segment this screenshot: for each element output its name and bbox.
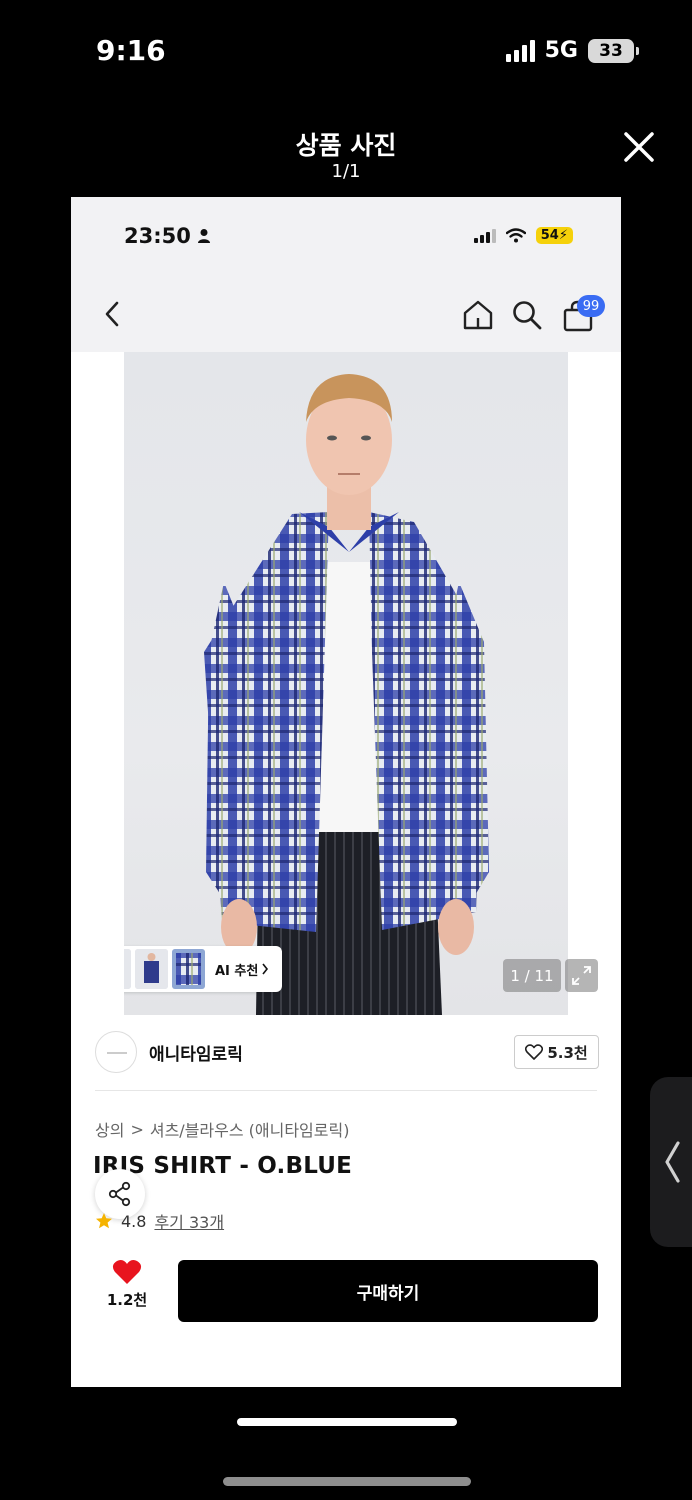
signal-icon: [505, 39, 535, 62]
heart-outline-icon: [525, 1044, 544, 1060]
ai-recommend-link[interactable]: AI 추천: [215, 960, 269, 979]
inner-status-indicators: 54⚡: [473, 227, 573, 244]
brand-like-count: 5.3천: [547, 1043, 588, 1062]
wishlist-button[interactable]: 1.2천: [97, 1259, 157, 1321]
home-icon[interactable]: [461, 298, 495, 332]
brand-row: 애니타임로릭 5.3천: [71, 1027, 621, 1087]
thumbnail-3[interactable]: [172, 949, 205, 989]
back-arrow-icon[interactable]: [99, 299, 125, 329]
related-thumbnails: AI 추천: [124, 946, 282, 992]
os-status-bar: 9:16 5G 33: [0, 0, 692, 100]
home-indicator[interactable]: [223, 1477, 471, 1486]
viewer-page-counter: 1/1: [331, 161, 361, 182]
breadcrumb-separator: >: [130, 1119, 144, 1139]
heart-filled-icon: [112, 1260, 142, 1284]
divider: [95, 1090, 597, 1091]
chevron-right-icon: [262, 963, 269, 975]
brand-logo[interactable]: [95, 1031, 137, 1073]
inner-home-indicator: [237, 1418, 457, 1426]
model-illustration: [204, 374, 489, 1015]
inner-battery-icon: 54⚡: [535, 227, 573, 244]
close-button[interactable]: [620, 128, 658, 166]
inner-clock: 23:50: [124, 224, 211, 248]
side-panel-handle[interactable]: [650, 1077, 692, 1247]
cart-count-badge: 99: [577, 295, 605, 317]
review-link[interactable]: 후기 33개: [154, 1209, 224, 1233]
product-nav-bar: 99: [71, 257, 621, 352]
inner-status-bar: 23:50 54⚡: [71, 197, 621, 257]
buy-button[interactable]: 구매하기: [178, 1260, 598, 1322]
battery-icon: 33: [588, 38, 639, 63]
person-icon: [197, 229, 210, 243]
breadcrumb-subcategory[interactable]: 셔츠/블라우스 (애니타임로릭): [150, 1117, 350, 1141]
ai-recommend-label: AI 추천: [215, 963, 259, 979]
expand-icon: [572, 966, 591, 985]
thumbnail-2[interactable]: [135, 949, 168, 989]
inner-signal-icon: [473, 228, 496, 243]
search-icon[interactable]: [511, 298, 543, 332]
image-counter: 1 / 11: [503, 959, 561, 992]
thumbnail-1[interactable]: [124, 949, 131, 989]
share-icon: [108, 1181, 131, 1207]
breadcrumb-category[interactable]: 상의: [95, 1117, 124, 1141]
bottom-action-bar: 1.2천 구매하기: [71, 1247, 621, 1387]
os-clock: 9:16: [96, 34, 166, 67]
network-type: 5G: [544, 38, 578, 63]
inner-battery-level: 54: [540, 228, 559, 243]
brand-name[interactable]: 애니타임로릭: [149, 1040, 243, 1065]
wishlist-count: 1.2천: [106, 1291, 148, 1309]
product-screenshot: 23:50 54⚡ 99 AI 추천 1 / 11 애니타임로릭 5.3천 상의…: [71, 197, 621, 1387]
breadcrumb: 상의 > 셔츠/블라우스 (애니타임로릭): [95, 1117, 349, 1141]
inner-clock-text: 23:50: [124, 224, 191, 248]
product-photo[interactable]: AI 추천: [124, 352, 568, 1015]
rating-value: 4.8: [121, 1211, 147, 1231]
close-icon: [624, 132, 654, 162]
brand-like-button[interactable]: 5.3천: [514, 1035, 599, 1069]
wifi-icon: [505, 228, 526, 243]
os-status-indicators: 5G 33: [505, 38, 639, 63]
rating-row: 4.8 후기 33개: [95, 1209, 224, 1233]
viewer-title: 상품 사진: [295, 131, 397, 160]
star-icon: [96, 1213, 112, 1229]
chevron-left-icon: [665, 1141, 680, 1183]
expand-button[interactable]: [565, 959, 598, 992]
